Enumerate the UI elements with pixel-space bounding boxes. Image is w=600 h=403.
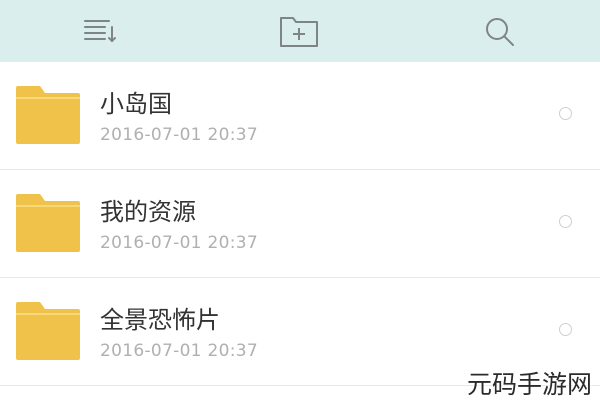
folder-icon [14,84,82,146]
search-icon[interactable] [478,10,520,52]
select-radio[interactable] [559,107,572,120]
folder-date: 2016-07-01 20:37 [100,341,258,361]
folder-name: 小岛国 [100,90,172,118]
folder-icon [14,192,82,254]
select-radio[interactable] [559,215,572,228]
folder-name: 我的资源 [100,198,196,226]
folder-name: 全景恐怖片 [100,306,220,334]
folder-date: 2016-07-01 20:37 [100,125,258,145]
new-folder-icon[interactable] [278,10,320,52]
list-item[interactable]: 我的资源 2016-07-01 20:37 [0,170,600,278]
folder-date: 2016-07-01 20:37 [100,233,258,253]
sort-list-icon[interactable] [78,10,120,52]
folder-list: 小岛国 2016-07-01 20:37 我的资源 2016-07-01 20:… [0,62,600,386]
top-toolbar [0,0,600,62]
folder-icon [14,300,82,362]
site-watermark: 元码手游网 [466,370,592,399]
list-item[interactable]: 小岛国 2016-07-01 20:37 [0,62,600,170]
select-radio[interactable] [559,323,572,336]
